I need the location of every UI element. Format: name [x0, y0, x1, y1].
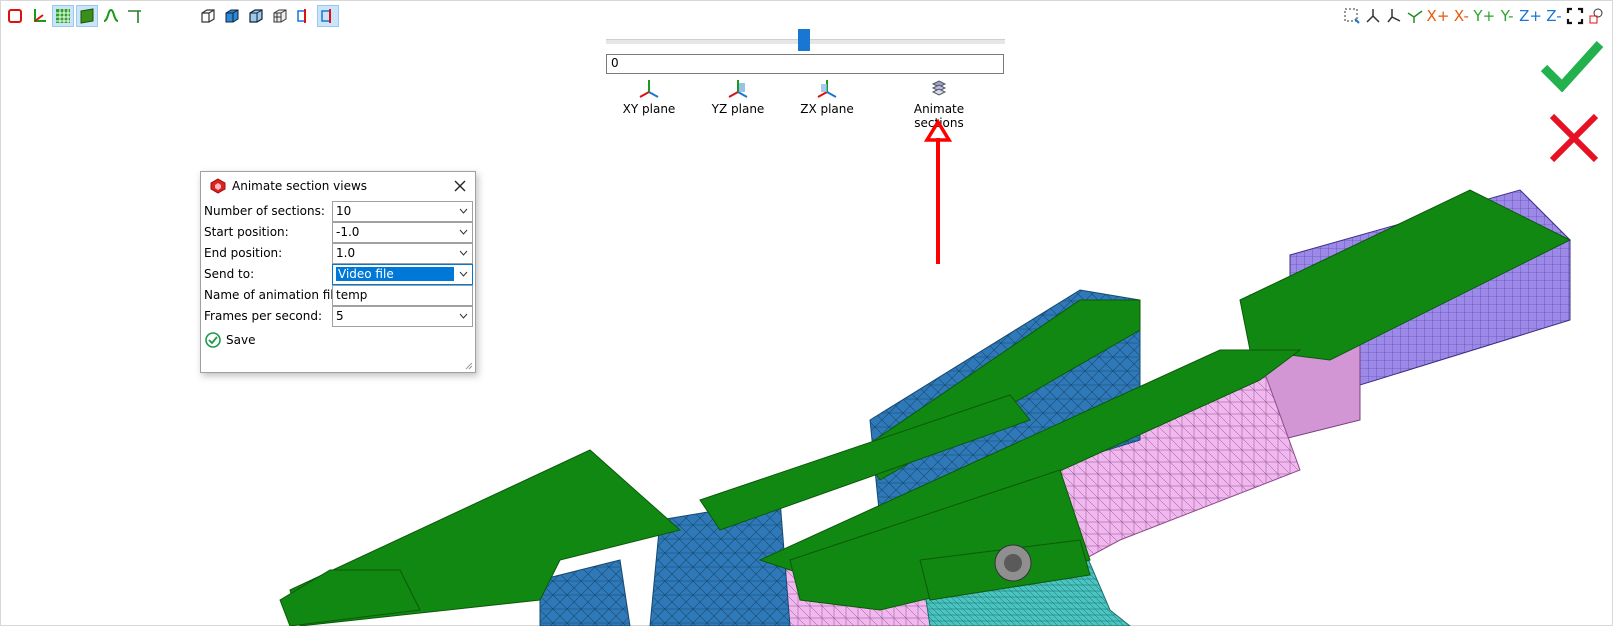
view-orientation-toolbar: X+ X- Y+ Y- Z+ Z-	[1343, 4, 1605, 28]
display-mode-toolbar	[197, 5, 341, 27]
close-icon[interactable]	[451, 177, 469, 195]
frames-per-second-select[interactable]: 5	[332, 306, 473, 327]
section-plane-icon[interactable]	[293, 5, 315, 27]
view-y-plus-button[interactable]: Y+	[1473, 5, 1495, 27]
cancel-x-icon[interactable]	[1546, 112, 1602, 164]
dialog-title-bar[interactable]: Animate section views	[201, 172, 475, 200]
view-x-minus-button[interactable]: X-	[1452, 5, 1470, 27]
number-of-sections-label: Number of sections:	[204, 204, 325, 218]
yz-plane-icon	[728, 80, 748, 98]
curve-icon[interactable]	[100, 5, 122, 27]
shaded-edges-cube-icon[interactable]	[245, 5, 267, 27]
save-check-icon	[205, 332, 221, 348]
zx-plane-label: ZX plane	[800, 102, 854, 116]
dialog-title: Animate section views	[232, 179, 368, 193]
end-position-row: End position: 1.0	[203, 243, 473, 264]
start-position-select[interactable]: -1.0	[332, 222, 473, 243]
section-position-input[interactable]: 0	[606, 54, 1004, 74]
view-toolbar-left	[4, 5, 148, 27]
animation-file-row: Name of animation file: temp	[203, 285, 473, 306]
surface-icon[interactable]	[76, 5, 98, 27]
end-position-label: End position:	[204, 246, 283, 260]
animation-file-input[interactable]: temp	[332, 285, 473, 306]
app-logo-icon	[210, 178, 226, 194]
zoom-window-icon[interactable]	[1343, 5, 1361, 27]
wireframe-cube-icon[interactable]	[197, 5, 219, 27]
isometric-axes-icon[interactable]	[1364, 5, 1382, 27]
dimension-icon[interactable]	[124, 5, 146, 27]
mesh-grid-icon[interactable]	[52, 5, 74, 27]
number-of-sections-select[interactable]: 10	[332, 201, 473, 222]
view-y-minus-button[interactable]: Y-	[1498, 5, 1516, 27]
mesh-green-left-step	[279, 569, 421, 626]
frames-per-second-row: Frames per second: 5	[203, 306, 473, 327]
annotation-arrow-icon	[923, 118, 953, 264]
xy-plane-icon	[639, 80, 659, 98]
send-to-row: Send to: Video file	[203, 264, 473, 285]
fit-all-icon[interactable]	[1566, 5, 1584, 27]
animation-file-value: temp	[336, 288, 368, 302]
hidden-line-cube-icon[interactable]	[269, 5, 291, 27]
view-x-plus-button[interactable]: X+	[1427, 5, 1450, 27]
zx-plane-button[interactable]: ZX plane	[777, 78, 877, 116]
frames-per-second-value: 5	[336, 309, 344, 323]
dimetric-axes-icon[interactable]	[1406, 5, 1424, 27]
chevron-down-icon	[459, 271, 468, 277]
shaded-cube-icon[interactable]	[221, 5, 243, 27]
view-z-plus-button[interactable]: Z+	[1519, 5, 1542, 27]
xy-plane-button[interactable]: XY plane	[599, 78, 699, 116]
yz-plane-label: YZ plane	[711, 102, 765, 116]
shapes-icon[interactable]	[1587, 5, 1605, 27]
select-box-icon[interactable]	[4, 5, 26, 27]
chevron-down-icon	[459, 250, 468, 256]
confirm-check-icon[interactable]	[1540, 38, 1604, 92]
start-position-value: -1.0	[336, 225, 360, 239]
number-of-sections-value: 10	[336, 204, 352, 218]
save-button[interactable]: Save	[205, 332, 255, 348]
trimetric-axes-icon[interactable]	[1385, 5, 1403, 27]
save-label: Save	[226, 333, 256, 347]
animate-section-views-dialog: Animate section views Number of sections…	[200, 171, 476, 373]
animation-file-label: Name of animation file:	[204, 288, 346, 302]
zx-plane-icon	[817, 80, 837, 98]
chevron-down-icon	[459, 208, 468, 214]
frames-per-second-label: Frames per second:	[204, 309, 323, 323]
yz-plane-button[interactable]: YZ plane	[688, 78, 788, 116]
section-view-icon[interactable]	[317, 5, 339, 27]
animate-sections-icon	[931, 80, 947, 96]
chevron-down-icon	[459, 229, 468, 235]
view-z-minus-button[interactable]: Z-	[1545, 5, 1563, 27]
send-to-label: Send to:	[204, 267, 255, 281]
send-to-select[interactable]: Video file	[332, 264, 473, 285]
axes-icon[interactable]	[28, 5, 50, 27]
number-of-sections-row: Number of sections: 10	[203, 201, 473, 222]
start-position-row: Start position: -1.0	[203, 222, 473, 243]
start-position-label: Start position:	[204, 225, 289, 239]
send-to-value: Video file	[336, 267, 454, 281]
xy-plane-label: XY plane	[622, 102, 676, 116]
end-position-select[interactable]: 1.0	[332, 243, 473, 264]
section-slider-thumb[interactable]	[798, 29, 810, 51]
chevron-down-icon	[459, 313, 468, 319]
resize-grip-icon[interactable]	[463, 360, 473, 370]
end-position-value: 1.0	[336, 246, 356, 260]
